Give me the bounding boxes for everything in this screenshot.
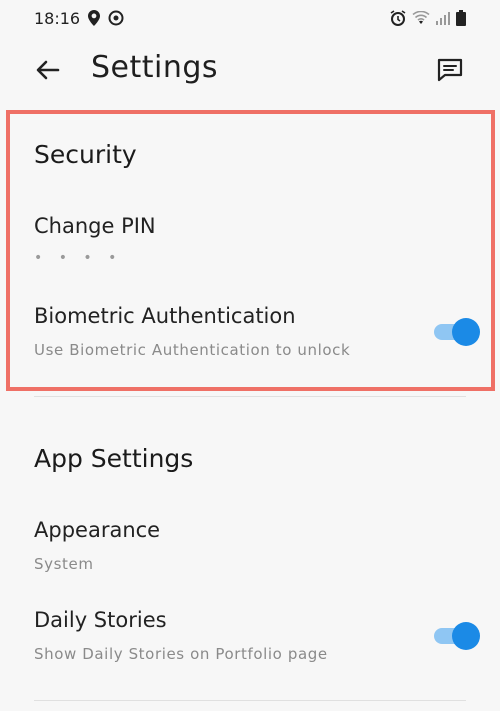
biometric-row[interactable]: Biometric Authentication Use Biometric A… — [0, 290, 500, 370]
daily-stories-description: Show Daily Stories on Portfolio page — [34, 645, 328, 663]
biometric-toggle[interactable] — [432, 318, 480, 346]
wifi-icon — [412, 11, 430, 25]
status-left: 18:16 — [34, 9, 124, 28]
change-pin-label: Change PIN — [34, 214, 156, 238]
daily-stories-row[interactable]: Daily Stories Show Daily Stories on Port… — [0, 594, 500, 674]
back-arrow-icon — [35, 60, 61, 84]
daily-stories-label: Daily Stories — [34, 608, 167, 632]
signal-icon — [436, 11, 450, 25]
biometric-label: Biometric Authentication — [34, 304, 296, 328]
pin-value: • • • • — [34, 250, 123, 266]
change-pin-row[interactable]: Change PIN • • • • — [0, 200, 500, 272]
gps-icon — [108, 10, 124, 26]
battery-icon — [456, 10, 466, 26]
appearance-label: Appearance — [34, 518, 161, 542]
appearance-row[interactable]: Appearance System — [0, 504, 500, 580]
toggle-knob — [452, 622, 480, 650]
feedback-button[interactable] — [432, 54, 468, 90]
section-divider-bottom — [34, 700, 466, 701]
section-divider — [34, 396, 466, 397]
page-title: Settings — [91, 50, 219, 85]
status-bar: 18:16 — [0, 0, 500, 36]
status-right — [390, 10, 466, 26]
location-icon — [88, 10, 101, 26]
daily-stories-toggle[interactable] — [432, 622, 480, 650]
section-title-app-settings: App Settings — [34, 444, 194, 473]
feedback-icon — [436, 57, 464, 87]
alarm-icon — [390, 10, 406, 26]
appearance-value: System — [34, 555, 94, 573]
section-title-security: Security — [34, 140, 137, 169]
status-time: 18:16 — [34, 8, 81, 28]
biometric-description: Use Biometric Authentication to unlock — [34, 341, 351, 359]
app-bar: Settings — [0, 42, 500, 100]
toggle-knob — [452, 318, 480, 346]
back-button[interactable] — [30, 54, 66, 90]
